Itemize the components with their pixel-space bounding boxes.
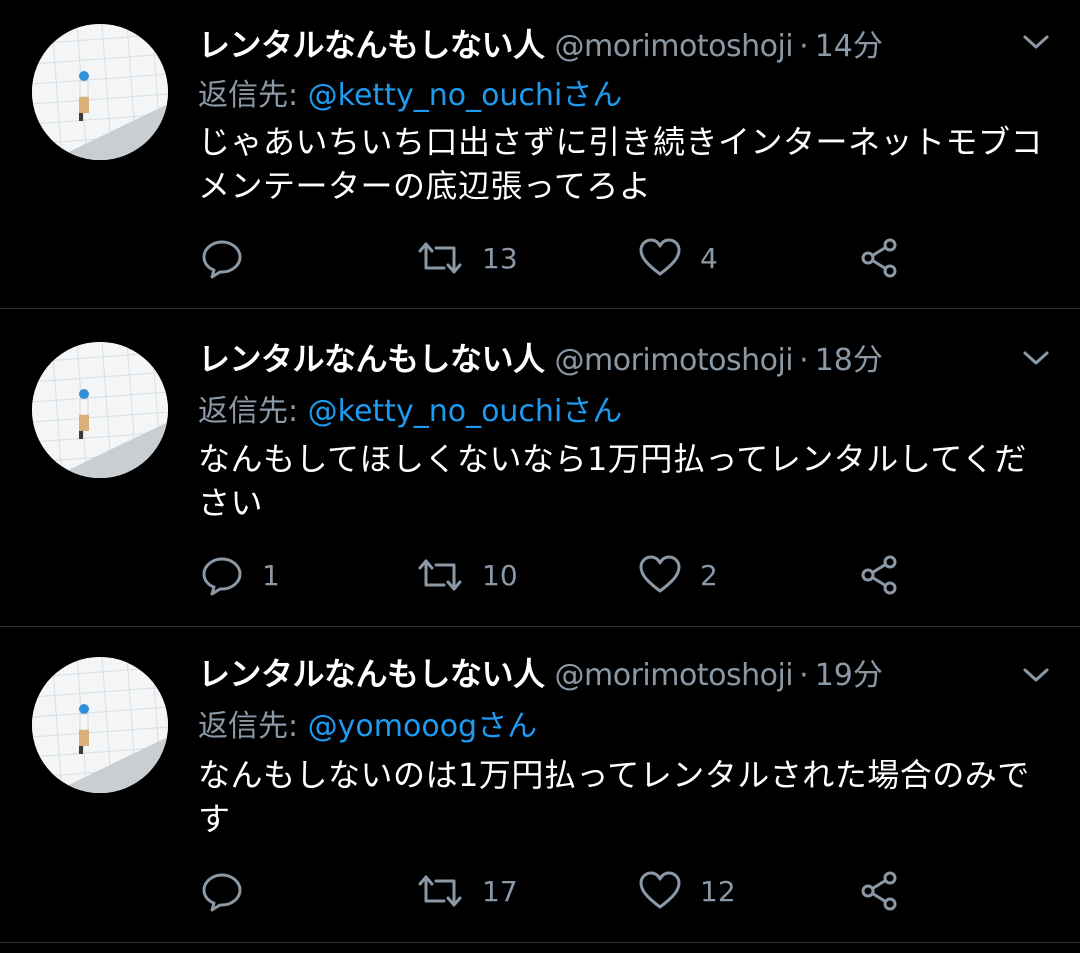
separator-dot: · (799, 658, 809, 693)
user-handle[interactable]: @morimotoshoji (555, 658, 794, 693)
reply-button[interactable] (200, 236, 262, 280)
tweet-actions: 17 12 (198, 869, 958, 913)
retweet-icon (416, 236, 464, 280)
reply-to-handle[interactable]: @ketty_no_ouchiさん (308, 394, 623, 429)
reply-to-handle[interactable]: @yomooogさん (308, 709, 537, 744)
tweet-text: じゃあいちいち口出さずに引き続きインターネットモブコメンテーターの底辺張ってろよ (198, 123, 1044, 205)
tweet-text: なんもしないのは1万円払ってレンタルされた場合のみです (198, 756, 1030, 838)
tweet-actions: 1 10 2 (198, 553, 958, 597)
retweet-count: 10 (482, 558, 518, 592)
tweet-header: レンタルなんもしない人 @morimotoshoji · 18分 (198, 334, 1010, 380)
reply-count: 1 (262, 558, 280, 592)
reply-bubble-icon (200, 869, 244, 913)
tweet-header: レンタルなんもしない人 @morimotoshoji · 19分 (198, 649, 1010, 695)
share-icon (858, 236, 902, 280)
chevron-down-icon[interactable] (1022, 665, 1050, 685)
separator-dot: · (799, 29, 809, 64)
share-button[interactable] (858, 553, 902, 597)
tweet[interactable]: レンタルなんもしない人 @morimotoshoji · 19分 返信先: @y… (0, 627, 1080, 943)
chevron-down-icon[interactable] (1022, 348, 1050, 368)
tweet-text: なんもしてほしくないなら1万円払ってレンタルしてください (198, 440, 1027, 522)
retweet-count: 13 (482, 241, 518, 275)
reply-prefix: 返信先: (198, 709, 308, 744)
timestamp[interactable]: 14分 (815, 21, 883, 65)
like-button[interactable]: 12 (638, 869, 736, 913)
avatar[interactable] (32, 342, 168, 478)
timestamp[interactable]: 18分 (815, 335, 883, 379)
reply-prefix: 返信先: (198, 78, 308, 113)
reply-context: 返信先: @yomooogさん (198, 701, 537, 744)
separator-dot: · (799, 343, 809, 378)
reply-to-handle[interactable]: @ketty_no_ouchiさん (308, 78, 623, 113)
tweet-header: レンタルなんもしない人 @morimotoshoji · 14分 (198, 20, 1010, 66)
share-icon (858, 869, 902, 913)
retweet-icon (416, 553, 464, 597)
tweet-actions: 13 4 (198, 236, 958, 280)
like-count: 12 (700, 874, 736, 908)
reply-bubble-icon (200, 236, 244, 280)
retweet-count: 17 (482, 874, 518, 908)
retweet-icon (416, 869, 464, 913)
like-count: 2 (700, 558, 718, 592)
avatar[interactable] (32, 657, 168, 793)
reply-button[interactable]: 1 (200, 553, 280, 597)
reply-prefix: 返信先: (198, 394, 308, 429)
retweet-button[interactable]: 17 (416, 869, 518, 913)
tweet[interactable]: レンタルなんもしない人 @morimotoshoji · 18分 返信先: @k… (0, 309, 1080, 627)
like-button[interactable]: 4 (638, 236, 718, 280)
chevron-down-icon[interactable] (1022, 32, 1050, 52)
tweet[interactable]: レンタルなんもしない人 @morimotoshoji · 14分 返信先: @k… (0, 0, 1080, 309)
share-icon (858, 553, 902, 597)
display-name[interactable]: レンタルなんもしない人 (198, 334, 545, 380)
share-button[interactable] (858, 869, 902, 913)
user-handle[interactable]: @morimotoshoji (555, 29, 794, 64)
retweet-button[interactable]: 10 (416, 553, 518, 597)
like-count: 4 (700, 241, 718, 275)
heart-icon (638, 869, 682, 913)
reply-bubble-icon (200, 553, 244, 597)
share-button[interactable] (858, 236, 902, 280)
reply-context: 返信先: @ketty_no_ouchiさん (198, 386, 623, 429)
display-name[interactable]: レンタルなんもしない人 (198, 649, 545, 695)
reply-context: 返信先: @ketty_no_ouchiさん (198, 70, 623, 113)
display-name[interactable]: レンタルなんもしない人 (198, 20, 545, 66)
heart-icon (638, 236, 682, 280)
avatar[interactable] (32, 24, 168, 160)
heart-icon (638, 553, 682, 597)
reply-button[interactable] (200, 869, 262, 913)
user-handle[interactable]: @morimotoshoji (555, 343, 794, 378)
timestamp[interactable]: 19分 (815, 650, 883, 694)
like-button[interactable]: 2 (638, 553, 718, 597)
timeline: レンタルなんもしない人 @morimotoshoji · 14分 返信先: @k… (0, 0, 1080, 953)
retweet-button[interactable]: 13 (416, 236, 518, 280)
